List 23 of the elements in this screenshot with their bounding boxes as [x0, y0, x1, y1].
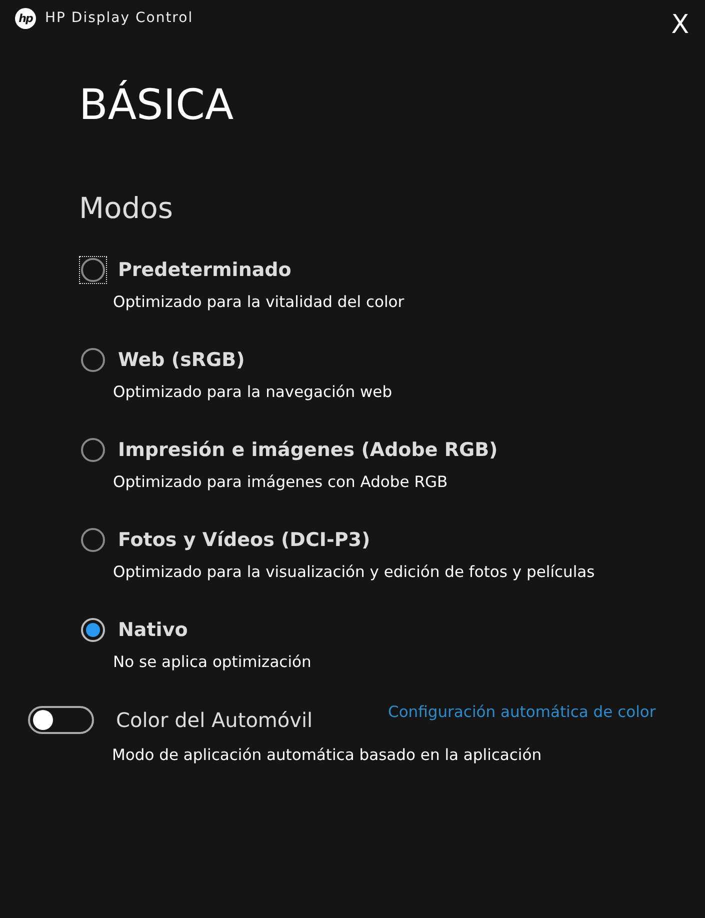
mode-label: Fotos y Vídeos (DCI-P3)	[118, 529, 370, 551]
radio-button[interactable]	[81, 528, 105, 552]
settings-link[interactable]: Configuración automática de color	[388, 703, 656, 721]
logo-icon: hp	[15, 8, 36, 28]
radio-button[interactable]	[81, 348, 105, 372]
mode-description: Optimizado para la vitalidad del color	[113, 293, 406, 311]
mode-description: No se aplica optimización	[113, 653, 312, 671]
toggle-description: Modo de aplicación automática basado en la aplicación	[112, 746, 543, 764]
mode-label: Nativo	[118, 619, 188, 641]
mode-label: Web (sRGB)	[118, 349, 245, 371]
radio-button[interactable]	[81, 438, 105, 462]
toggle-switch[interactable]	[28, 706, 94, 734]
mode-description: Optimizado para la navegación web	[113, 383, 394, 401]
mode-description: Optimizado para imágenes con Adobe RGB	[113, 473, 449, 491]
mode-description: Optimizado para la visualización y edición de fotos y películas	[113, 563, 596, 581]
mode-label: Predeterminado	[118, 259, 292, 281]
radio-button[interactable]	[81, 258, 105, 282]
close-button[interactable]: X	[671, 12, 689, 38]
window-title: HP Display Control	[45, 10, 194, 26]
section-heading: Modos	[79, 194, 174, 223]
mode-label: Impresión e imágenes (Adobe RGB)	[118, 439, 498, 461]
radio-button[interactable]	[81, 618, 105, 642]
toggle-label: Color del Automóvil	[116, 708, 313, 732]
